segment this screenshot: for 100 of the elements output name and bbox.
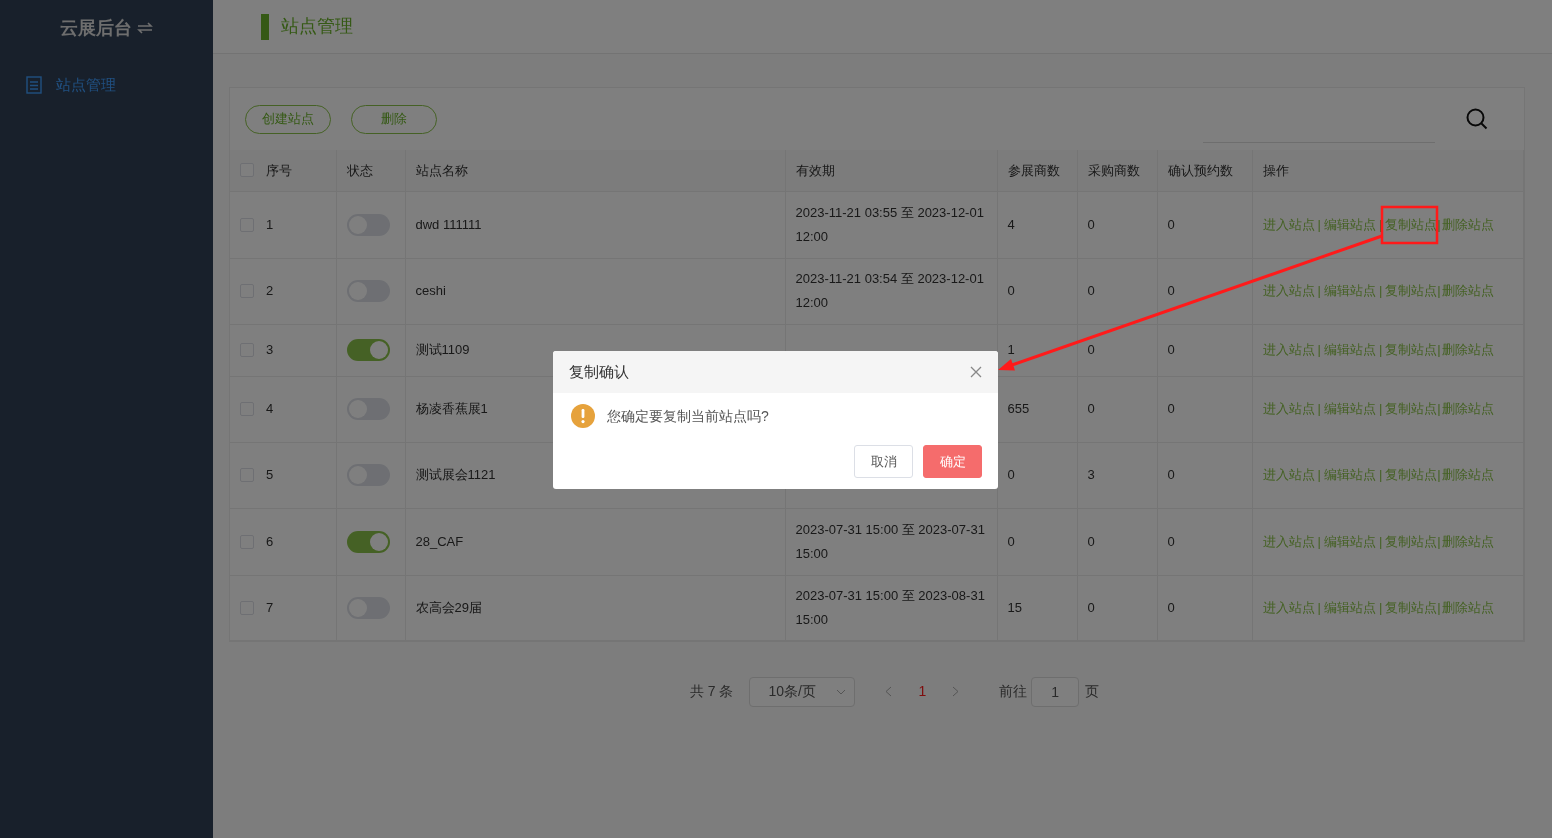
table-cell: 28_CAF <box>415 533 464 549</box>
separator: | <box>1437 598 1442 617</box>
table-cell: 0 <box>1087 401 1095 417</box>
brand-title: 云展后台 <box>59 16 132 40</box>
title-bar-accent <box>261 13 269 40</box>
action-link[interactable]: 进入站点 <box>1262 214 1315 235</box>
action-link[interactable]: 删除站点 <box>1441 399 1494 419</box>
table-cell-text: 1 <box>266 215 274 234</box>
table-cell-text: 3 <box>266 341 274 360</box>
table-cell-text: 6 <box>266 532 274 551</box>
page-unit-label: 页 <box>1085 682 1100 701</box>
table-cell: 0 <box>1167 599 1175 615</box>
table-cell: 0 <box>1087 599 1095 615</box>
prev-page-icon[interactable] <box>885 686 893 697</box>
dialog-button[interactable]: 确定 <box>923 445 982 478</box>
table-cell-text: 2023-07-31 15:00 至 2023-08-31 15:00 <box>795 586 986 629</box>
dialog-message: 您确定要复制当前站点吗? <box>607 406 769 426</box>
column-header: 站点名称 <box>415 162 468 178</box>
separator: | <box>1377 400 1384 419</box>
warning-icon <box>571 404 595 428</box>
column-header: 序号 <box>266 161 292 180</box>
separator: | <box>1377 466 1384 485</box>
table-cell: 0 <box>1087 533 1095 549</box>
table-cell: 0 <box>1167 283 1175 299</box>
table-cell: 0 <box>1007 533 1015 549</box>
action-link[interactable]: 编辑站点 <box>1323 281 1376 301</box>
column-header: 操作 <box>1262 162 1289 178</box>
highlight-box <box>1380 205 1439 245</box>
separator: | <box>1437 341 1442 360</box>
search-icon[interactable] <box>1465 107 1489 131</box>
table-cell: 0 <box>1087 216 1095 232</box>
next-page-icon[interactable] <box>952 686 960 697</box>
switch-icon[interactable] <box>135 20 154 36</box>
action-link[interactable]: 复制站点 <box>1385 340 1438 360</box>
action-link[interactable]: 进入站点 <box>1262 281 1315 301</box>
action-link[interactable]: 进入站点 <box>1262 531 1315 552</box>
action-link[interactable]: 进入站点 <box>1262 597 1315 618</box>
action-link[interactable]: 复制站点 <box>1385 597 1438 618</box>
dialog-button[interactable]: 取消 <box>854 445 913 478</box>
separator: | <box>1377 341 1384 360</box>
toggle-switch[interactable] <box>346 339 390 361</box>
separator: | <box>1437 532 1442 551</box>
separator: | <box>1437 215 1442 234</box>
table-cell: 0 <box>1167 216 1175 232</box>
table-cell: 3 <box>1087 467 1095 483</box>
action-link[interactable]: 删除站点 <box>1441 465 1494 485</box>
action-link[interactable]: 复制站点 <box>1385 214 1438 235</box>
action-link[interactable]: 复制站点 <box>1385 399 1438 419</box>
action-link[interactable]: 编辑站点 <box>1323 531 1376 552</box>
action-link[interactable]: 复制站点 <box>1385 465 1438 485</box>
table-cell-text: 2023-11-21 03:54 至 2023-12-01 12:00 <box>795 270 985 312</box>
action-link[interactable]: 编辑站点 <box>1323 340 1376 360</box>
table-cell: 0 <box>1167 533 1175 549</box>
action-link[interactable]: 编辑站点 <box>1323 399 1376 419</box>
action-link[interactable]: 编辑站点 <box>1323 465 1376 485</box>
separator: | <box>1377 598 1384 617</box>
close-icon[interactable] <box>970 366 982 378</box>
toggle-switch[interactable] <box>346 530 390 553</box>
table-cell: 0 <box>1007 467 1015 483</box>
action-link[interactable]: 删除站点 <box>1441 214 1494 235</box>
separator: | <box>1316 215 1322 234</box>
action-link[interactable]: 进入站点 <box>1262 399 1315 419</box>
chevron-down-icon <box>836 688 847 695</box>
toolbar-button[interactable]: 删除 <box>351 104 437 134</box>
action-link[interactable]: 进入站点 <box>1262 340 1315 360</box>
table-cell: 0 <box>1167 342 1175 358</box>
action-link[interactable]: 复制站点 <box>1385 281 1438 301</box>
table-cell: 农高会29届 <box>415 599 482 615</box>
action-link[interactable]: 删除站点 <box>1441 340 1494 360</box>
action-link[interactable]: 编辑站点 <box>1323 597 1376 618</box>
table-cell: 655 <box>1007 401 1030 417</box>
table-cell: dwd 111111 <box>415 216 482 232</box>
total-count: 共 7 条 <box>689 682 734 701</box>
action-link[interactable]: 复制站点 <box>1385 531 1438 552</box>
action-link[interactable]: 删除站点 <box>1441 281 1494 301</box>
separator: | <box>1377 282 1384 301</box>
column-header: 参展商数 <box>1007 162 1060 178</box>
table-cell-text: 4 <box>266 400 274 419</box>
separator: | <box>1316 532 1322 551</box>
page-title: 站点管理 <box>281 15 353 38</box>
column-header: 采购商数 <box>1087 162 1140 178</box>
page-input[interactable]: 1 <box>1031 676 1080 707</box>
table-cell: 测试1109 <box>415 342 470 358</box>
action-link[interactable]: 删除站点 <box>1441 531 1494 552</box>
column-header: 有效期 <box>795 162 835 178</box>
table-cell-text: 5 <box>266 466 274 485</box>
separator: | <box>1316 400 1322 419</box>
table-cell-text: 2023-11-21 03:55 至 2023-12-01 12:00 <box>795 203 985 246</box>
table-cell: 4 <box>1007 216 1015 232</box>
separator: | <box>1316 466 1322 485</box>
sidebar-item[interactable]: 站点管理 <box>0 60 213 110</box>
action-link[interactable]: 进入站点 <box>1262 465 1315 485</box>
table-cell: 0 <box>1087 283 1095 299</box>
action-link[interactable]: 删除站点 <box>1441 597 1494 618</box>
toolbar-button[interactable]: 创建站点 <box>245 104 331 134</box>
action-link[interactable]: 编辑站点 <box>1323 214 1376 235</box>
page-size-select[interactable]: 10条/页 <box>749 676 856 707</box>
separator: | <box>1316 282 1322 301</box>
page-number[interactable]: 1 <box>918 681 927 702</box>
separator: | <box>1316 598 1322 617</box>
